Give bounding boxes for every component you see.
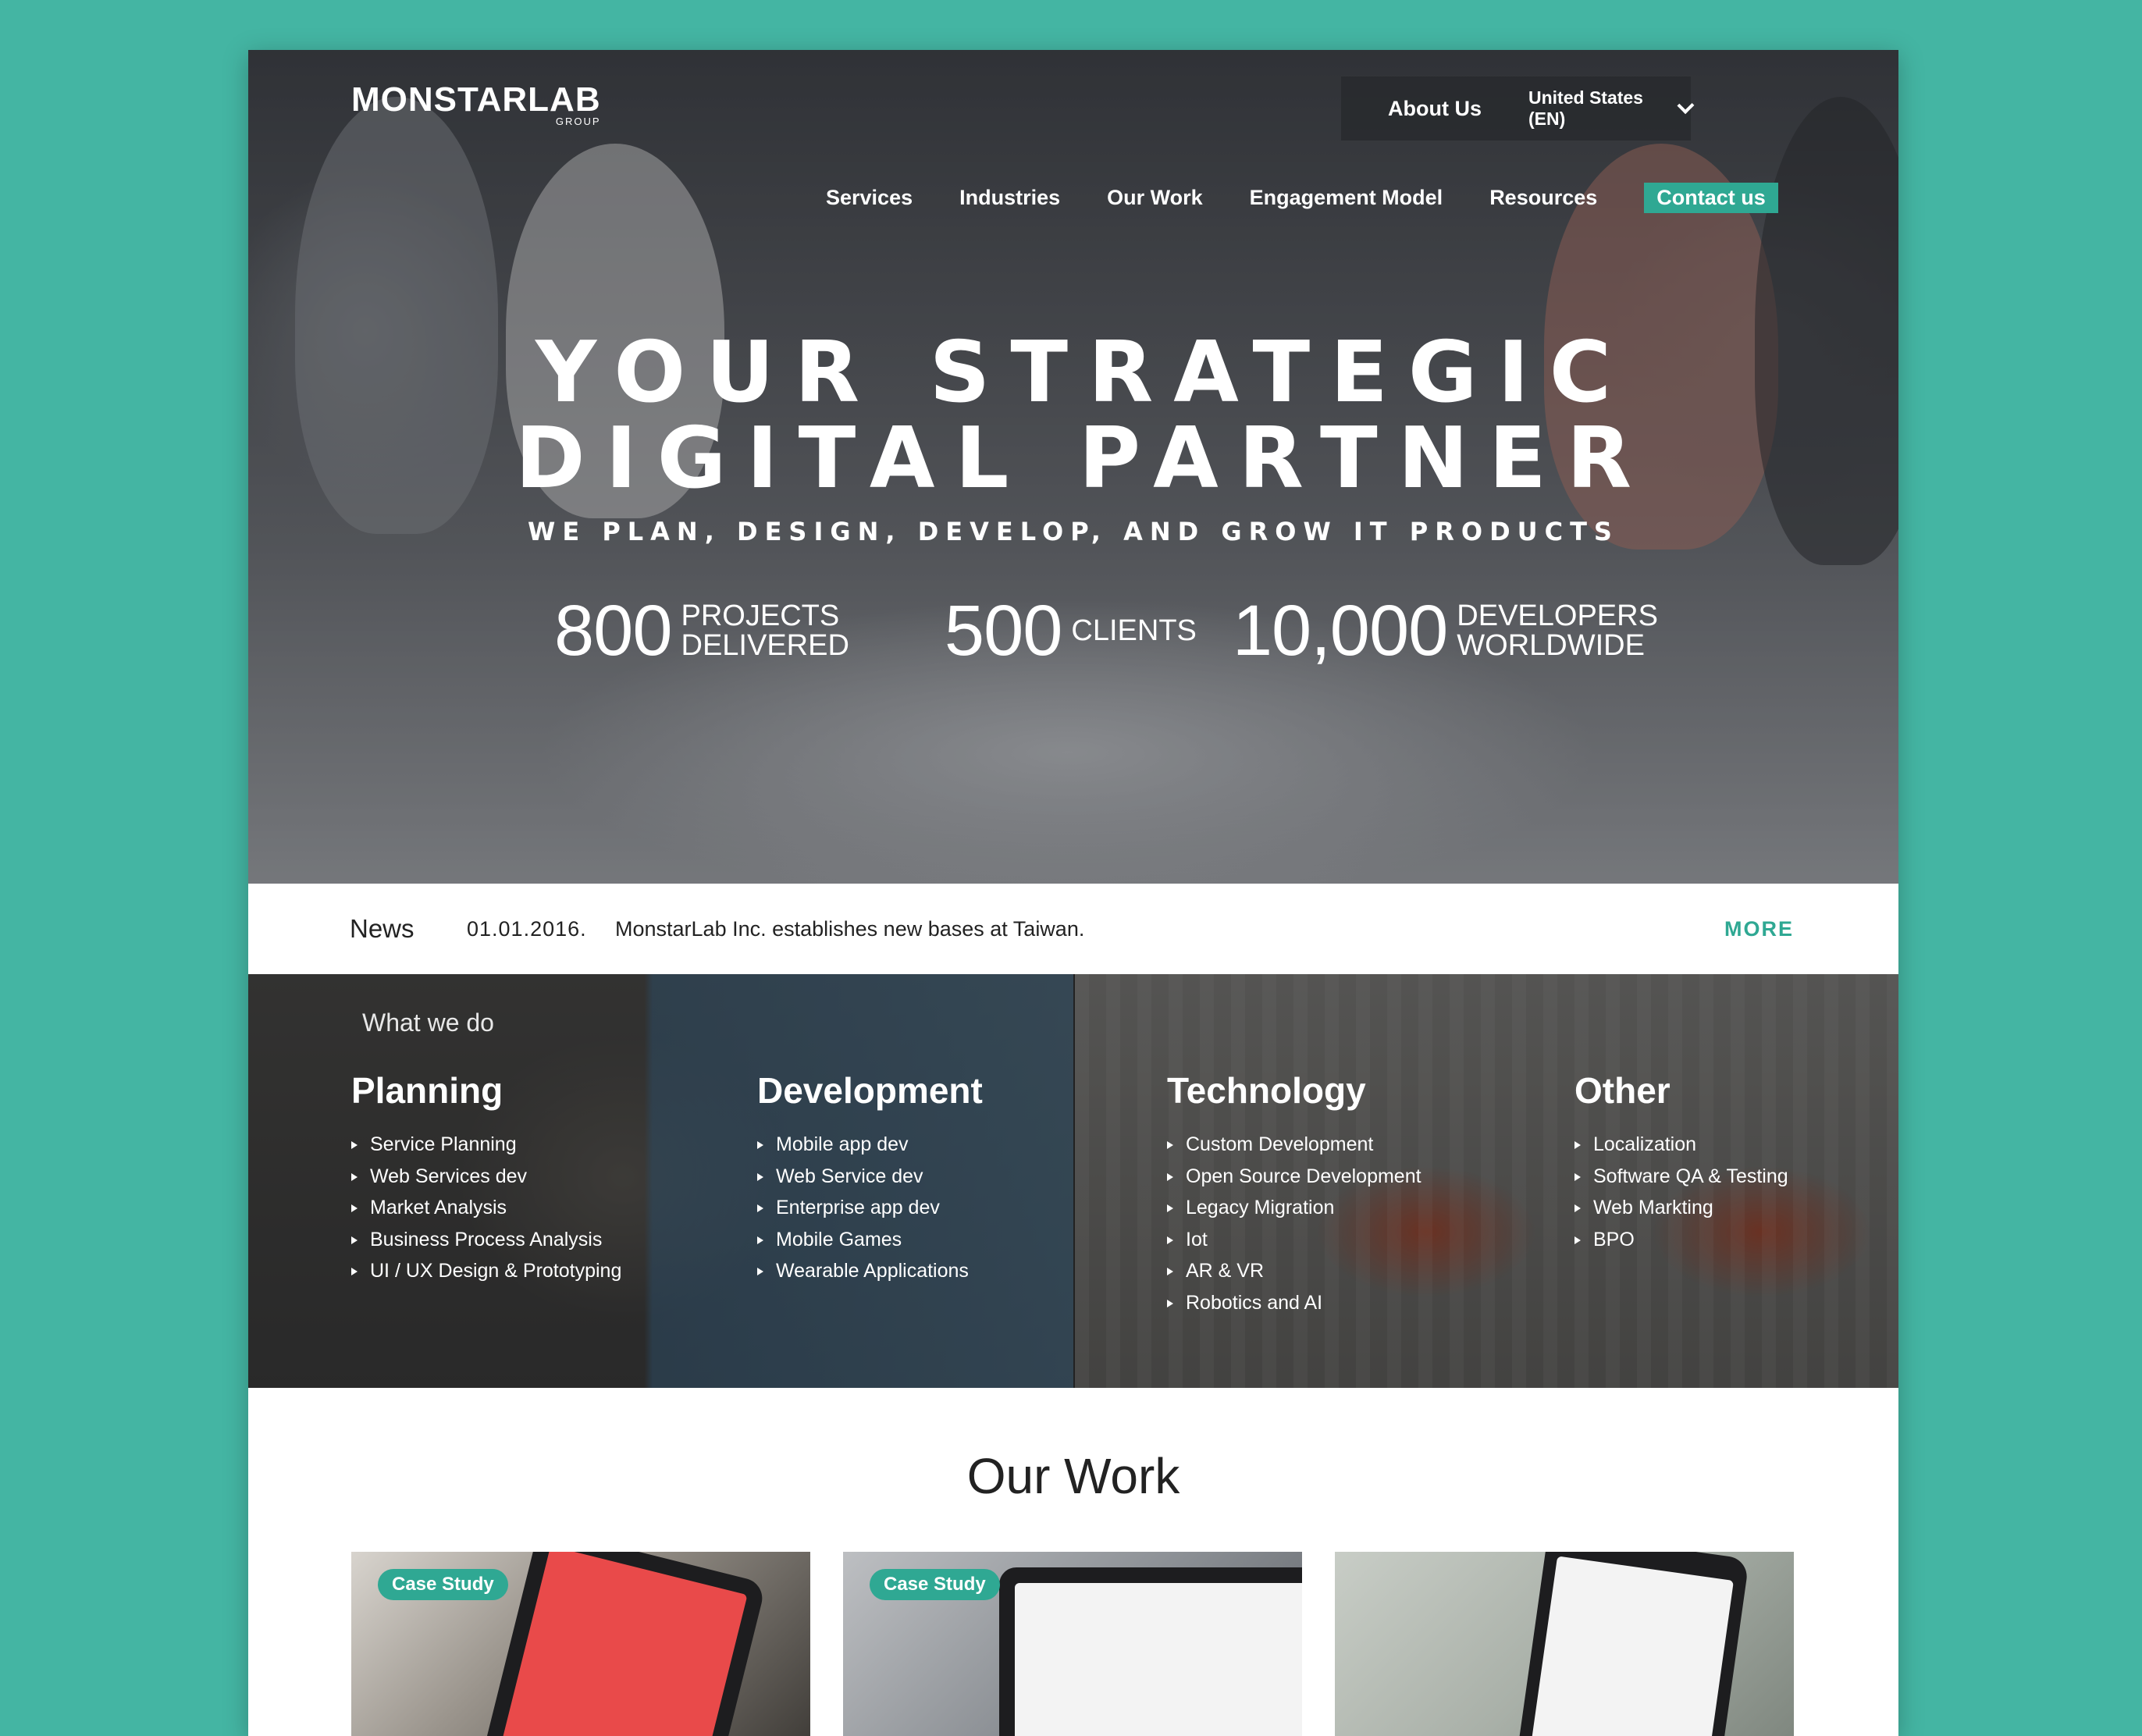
service-list-item[interactable]: BPO [1574,1224,1788,1256]
service-list-item[interactable]: Wearable Applications [757,1255,983,1287]
news-date: 01.01.2016. [467,916,587,941]
services-panel-right: Technology Custom Development Open Sourc… [1073,974,1898,1388]
service-column-title[interactable]: Other [1574,1069,1788,1112]
service-list-item[interactable]: Business Process Analysis [351,1224,621,1256]
service-list-item[interactable]: Custom Development [1167,1129,1421,1161]
services-panel-left: What we do Planning Service Planning Web… [248,974,1073,1388]
stat-label-line: PROJECTS [681,599,840,632]
phone-image [482,1552,767,1736]
utility-bar: About Us United States (EN) [1341,76,1694,141]
service-list-item[interactable]: Iot [1167,1224,1421,1256]
stat-label-line: WORLDWIDE [1457,629,1645,662]
service-list-item[interactable]: Web Service dev [757,1161,983,1193]
stat-projects: 800 PROJECTS DELIVERED [554,595,849,667]
hero-section: MONSTARLAB GROUP About Us United States … [248,50,1898,884]
service-list-item[interactable]: Web Markting [1574,1192,1788,1224]
our-work-title: Our Work [966,1448,1180,1504]
stat-number: 500 [944,591,1062,671]
nav-item-engagement-model[interactable]: Engagement Model [1250,186,1443,210]
service-column-title[interactable]: Technology [1167,1069,1421,1112]
brand-logo-subtext: GROUP [555,116,601,127]
service-column-technology: Technology Custom Development Open Sourc… [1167,1069,1421,1318]
brand-logo-text: MONSTARLAB [351,80,601,119]
work-card[interactable]: Case Study [351,1552,810,1736]
service-column-title[interactable]: Development [757,1069,983,1112]
tablet-image [999,1567,1302,1736]
our-work-cards: Case Study Case Study [351,1552,1794,1736]
hero-stats: 800 PROJECTS DELIVERED 500 CLIENTS 10,00… [554,595,1694,667]
nav-item-industries[interactable]: Industries [959,186,1060,210]
service-column-title[interactable]: Planning [351,1069,621,1112]
service-list-item[interactable]: UI / UX Design & Prototyping [351,1255,621,1287]
news-more-link[interactable]: MORE [1724,917,1794,941]
stat-label-line: DEVELOPERS [1457,599,1658,632]
stat-developers: 10,000 DEVELOPERS WORLDWIDE [1233,595,1658,667]
phone-image [1513,1552,1750,1736]
service-list-item[interactable]: Enterprise app dev [757,1192,983,1224]
nav-item-our-work[interactable]: Our Work [1107,186,1203,210]
nav-item-resources[interactable]: Resources [1489,186,1597,210]
service-list-item[interactable]: Legacy Migration [1167,1192,1421,1224]
service-list-item[interactable]: Market Analysis [351,1192,621,1224]
service-list-item[interactable]: AR & VR [1167,1255,1421,1287]
news-headline-link[interactable]: MonstarLab Inc. establishes new bases at… [615,917,1084,941]
nav-item-services[interactable]: Services [826,186,913,210]
stat-label-line: DELIVERED [681,629,849,662]
what-we-do-label: What we do [362,1009,494,1037]
stat-clients: 500 CLIENTS [945,595,1197,667]
case-study-badge: Case Study [378,1569,508,1600]
stat-label: CLIENTS [1071,614,1197,647]
service-column-development: Development Mobile app dev Web Service d… [757,1069,983,1287]
hero-headline-line1: YOUR STRATEGIC [536,324,1631,422]
service-list-item[interactable]: Mobile Games [757,1224,983,1256]
about-us-link[interactable]: About Us [1341,97,1528,121]
news-title: News [350,914,415,943]
brand-logo[interactable]: MONSTARLAB GROUP [351,80,601,128]
what-we-do-section: What we do Planning Service Planning Web… [248,974,1898,1388]
contact-us-button[interactable]: Contact us [1644,183,1778,213]
service-column-planning: Planning Service Planning Web Services d… [351,1069,621,1287]
stat-number: 10,000 [1232,591,1448,671]
hero-headline-line2: DIGITAL PARTNER [514,410,1653,507]
page: MONSTARLAB GROUP About Us United States … [248,50,1898,1736]
main-nav: Services Industries Our Work Engagement … [826,183,1778,213]
stat-label: DEVELOPERS WORLDWIDE [1457,601,1658,660]
stat-number: 800 [554,591,672,671]
stat-label: PROJECTS DELIVERED [681,601,849,660]
service-list-item[interactable]: Open Source Development [1167,1161,1421,1193]
service-column-other: Other Localization Software QA & Testing… [1574,1069,1788,1255]
service-list-item[interactable]: Web Services dev [351,1161,621,1193]
news-bar: News 01.01.2016. MonstarLab Inc. establi… [248,884,1898,974]
work-card[interactable]: Case Study [843,1552,1302,1736]
work-card[interactable] [1335,1552,1794,1736]
hero-tagline: WE PLAN, DESIGN, DEVELOP, AND GROW IT PR… [528,517,1619,546]
case-study-badge: Case Study [870,1569,1000,1600]
service-list-item[interactable]: Software QA & Testing [1574,1161,1788,1193]
service-list-item[interactable]: Localization [1574,1129,1788,1161]
region-selector-label: United States (EN) [1528,87,1643,129]
region-selector[interactable]: United States (EN) [1528,87,1694,130]
service-list-item[interactable]: Robotics and AI [1167,1287,1421,1319]
service-list-item[interactable]: Service Planning [351,1129,621,1161]
service-list-item[interactable]: Mobile app dev [757,1129,983,1161]
